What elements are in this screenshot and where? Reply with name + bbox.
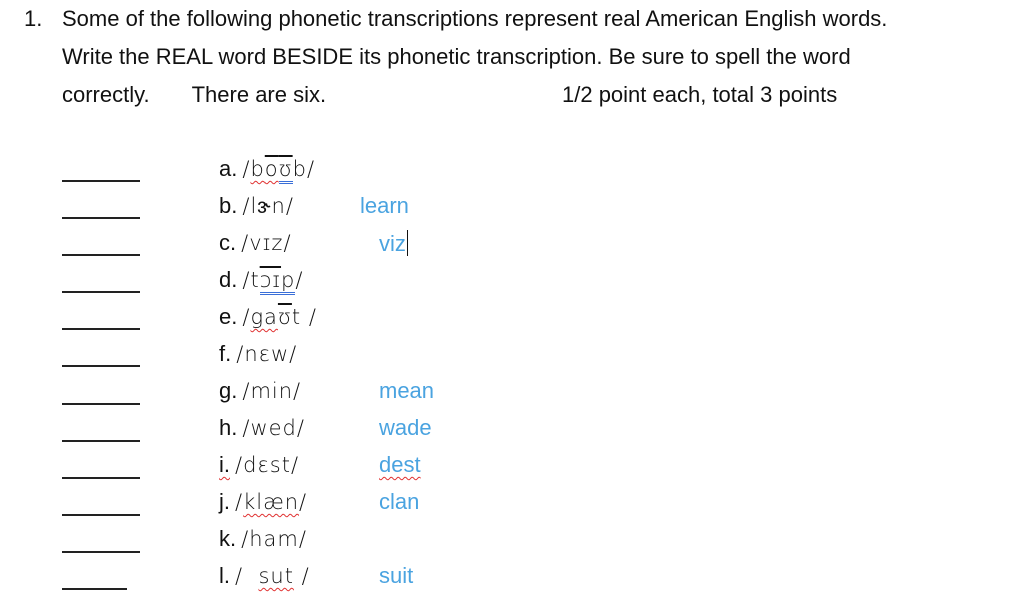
transcription-item-k: k./ham/: [219, 526, 307, 552]
transcription-item-a: a./boʊb/: [219, 156, 315, 184]
ipa-transcription: /klæn/: [235, 490, 308, 514]
transcription-item-f: f./nɛw/: [219, 341, 297, 367]
answer-blank[interactable]: [62, 328, 140, 330]
answer-blank[interactable]: [62, 403, 140, 405]
answer-blank[interactable]: [62, 217, 140, 219]
transcription-item-b: b./lɝn/: [219, 193, 294, 219]
answer-h[interactable]: wade: [379, 415, 432, 441]
instruction-line-3: correctly. There are six.: [62, 82, 326, 108]
ipa-transcription: /vɪz/: [241, 231, 292, 255]
answer-c[interactable]: viz: [379, 230, 409, 257]
item-label: l.: [219, 563, 230, 588]
ipa-transcription: / sut /: [235, 564, 310, 588]
answer-blank[interactable]: [62, 477, 140, 479]
ipa-transcription: /wed/: [242, 416, 305, 440]
transcription-item-d: d./tɔɪp/: [219, 267, 303, 295]
answer-blank[interactable]: [62, 180, 140, 182]
instruction-count: There are six.: [191, 82, 327, 107]
answer-blank[interactable]: [62, 588, 127, 590]
answer-b[interactable]: learn: [360, 193, 409, 219]
instruction-correctly: correctly.: [62, 82, 150, 107]
answer-c-text: viz: [379, 231, 406, 256]
instruction-line-2: Write the REAL word BESIDE its phonetic …: [62, 44, 851, 69]
ipa-transcription: /dɛst/: [235, 453, 300, 477]
transcription-item-g: g./min/: [219, 378, 301, 404]
item-label: a.: [219, 156, 238, 181]
item-label: h.: [219, 415, 238, 440]
answer-blank[interactable]: [62, 514, 140, 516]
ipa-transcription: /nɛw/: [236, 342, 298, 366]
answer-i[interactable]: dest: [379, 452, 421, 478]
ipa-transcription: /gaʊt /: [242, 305, 317, 329]
answer-blank[interactable]: [62, 440, 140, 442]
points-note: 1/2 point each, total 3 points: [562, 82, 838, 107]
answer-blank[interactable]: [62, 365, 140, 367]
item-label: k.: [219, 526, 237, 551]
ipa-transcription: /boʊb/: [242, 157, 315, 184]
ipa-transcription: /tɔɪp/: [242, 268, 303, 295]
item-label: d.: [219, 267, 238, 292]
transcription-item-e: e./gaʊt /: [219, 304, 317, 330]
answer-blank[interactable]: [62, 291, 140, 293]
text-cursor: [406, 230, 409, 256]
item-label: e.: [219, 304, 238, 329]
answer-g[interactable]: mean: [379, 378, 434, 404]
answer-j[interactable]: clan: [379, 489, 419, 515]
transcription-item-j: j./klæn/: [219, 489, 307, 515]
item-label: f.: [219, 341, 232, 366]
answer-l[interactable]: suit: [379, 563, 413, 589]
answer-blank[interactable]: [62, 551, 140, 553]
item-label: c.: [219, 230, 237, 255]
ipa-transcription: /min/: [242, 379, 302, 403]
item-label: i.: [219, 452, 230, 477]
item-label: b.: [219, 193, 238, 218]
transcription-item-l: l. / sut /: [219, 563, 310, 589]
transcription-item-c: c./vɪz/: [219, 230, 292, 256]
ipa-transcription: /ham/: [241, 527, 307, 551]
answer-blank[interactable]: [62, 254, 140, 256]
transcription-item-i: i./dɛst/: [219, 452, 299, 478]
item-label: g.: [219, 378, 238, 403]
transcription-item-h: h./wed/: [219, 415, 305, 441]
item-label: j.: [219, 489, 230, 514]
ipa-transcription: /lɝn/: [242, 194, 294, 218]
instruction-line-1: Some of the following phonetic transcrip…: [62, 6, 888, 31]
question-number: 1.: [24, 6, 43, 31]
